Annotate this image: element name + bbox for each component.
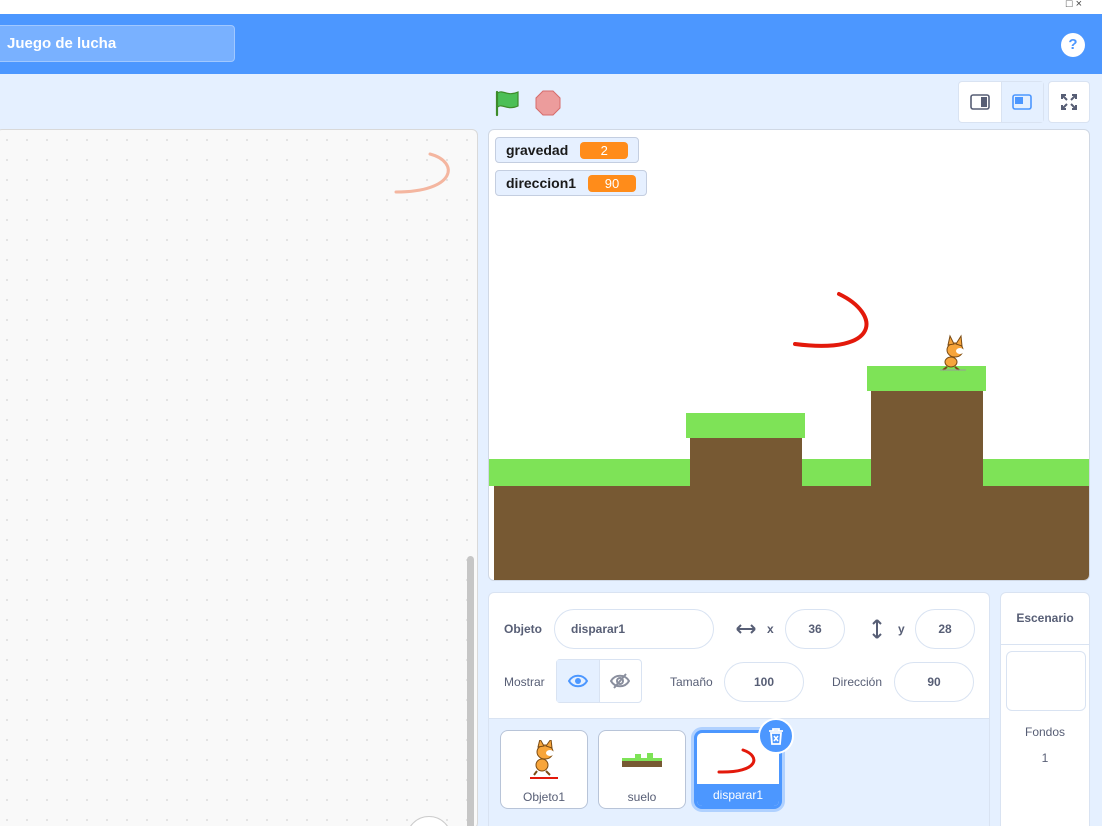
backdrops-label: Fondos bbox=[1024, 725, 1066, 739]
sprite-tile-objeto1[interactable]: Objeto1 bbox=[500, 730, 588, 809]
stage-scene bbox=[489, 292, 1089, 580]
sprite-tile-name: disparar1 bbox=[697, 784, 779, 806]
trash-icon bbox=[769, 728, 783, 745]
show-label: Mostrar bbox=[504, 675, 545, 689]
current-sprite-watermark bbox=[390, 150, 456, 198]
backdrops-count: 1 bbox=[1041, 751, 1049, 765]
delete-sprite-button[interactable] bbox=[758, 718, 794, 754]
monitor-value: 90 bbox=[588, 174, 637, 192]
monitor-value: 2 bbox=[580, 141, 629, 159]
normal-stage-button[interactable] bbox=[1000, 82, 1043, 122]
menu-bar: Juego de lucha ? bbox=[0, 14, 1102, 74]
window-title-strip: □ × bbox=[0, 0, 1102, 14]
x-position-icon bbox=[736, 624, 756, 634]
sprite-tile-name: suelo bbox=[627, 790, 657, 804]
green-flag-icon[interactable] bbox=[493, 89, 523, 117]
sprite-thumbnail bbox=[501, 731, 587, 789]
window-controls[interactable]: □ × bbox=[1066, 0, 1082, 10]
monitor-label: direccion1 bbox=[506, 175, 577, 191]
direction-input[interactable]: 90 bbox=[894, 662, 974, 702]
project-title-input[interactable]: Juego de lucha bbox=[0, 25, 235, 62]
sprite-name-input[interactable]: disparar1 bbox=[554, 609, 714, 649]
help-button[interactable]: ? bbox=[1061, 33, 1085, 57]
sprite-tile-suelo[interactable]: suelo bbox=[598, 730, 686, 809]
sprite-info-panel: Objeto disparar1 x 36 y 28 Mostrar Tamañ… bbox=[488, 592, 990, 719]
small-stage-button[interactable] bbox=[959, 82, 1001, 122]
direction-label: Dirección bbox=[832, 675, 883, 689]
hide-sprite-button[interactable] bbox=[598, 660, 641, 702]
code-workspace[interactable] bbox=[0, 129, 478, 826]
x-input[interactable]: 36 bbox=[785, 609, 845, 649]
show-sprite-button[interactable] bbox=[557, 660, 599, 702]
y-position-icon bbox=[872, 619, 882, 639]
size-label: Tamaño bbox=[670, 675, 713, 689]
monitor-label: gravedad bbox=[506, 142, 569, 158]
stop-icon[interactable] bbox=[534, 89, 562, 117]
sprite-thumbnail bbox=[599, 731, 685, 789]
fullscreen-button[interactable] bbox=[1048, 81, 1090, 123]
eye-icon bbox=[567, 674, 588, 688]
projectile-sprite bbox=[793, 292, 869, 348]
y-label: y bbox=[898, 622, 905, 636]
sprite-tile-name: Objeto1 bbox=[522, 790, 566, 804]
normal-stage-icon bbox=[1012, 94, 1033, 110]
cat-sprite bbox=[940, 334, 966, 371]
stage-header bbox=[0, 74, 1102, 130]
stage-thumbnail[interactable] bbox=[1006, 651, 1086, 711]
fullscreen-icon bbox=[1061, 94, 1077, 110]
stage-selector-pane[interactable]: Escenario Fondos 1 bbox=[1000, 592, 1090, 826]
stage-pane-title: Escenario bbox=[1001, 593, 1089, 645]
variable-monitor-direccion1[interactable]: direccion1 90 bbox=[495, 170, 648, 196]
variable-monitor-gravedad[interactable]: gravedad 2 bbox=[495, 137, 640, 163]
code-scrollbar[interactable] bbox=[467, 556, 474, 826]
y-input[interactable]: 28 bbox=[915, 609, 975, 649]
size-input[interactable]: 100 bbox=[724, 662, 804, 702]
sprite-name-label: Objeto bbox=[504, 622, 542, 636]
stage-canvas[interactable]: gravedad 2 direccion1 90 bbox=[488, 129, 1090, 581]
stage-layout-toggle bbox=[958, 81, 1044, 123]
x-label: x bbox=[767, 622, 774, 636]
visibility-toggle bbox=[556, 659, 642, 703]
small-stage-icon bbox=[970, 94, 990, 110]
sprite-list: Objeto1 suelo disparar1 bbox=[488, 718, 990, 826]
eye-slash-icon bbox=[610, 673, 631, 689]
